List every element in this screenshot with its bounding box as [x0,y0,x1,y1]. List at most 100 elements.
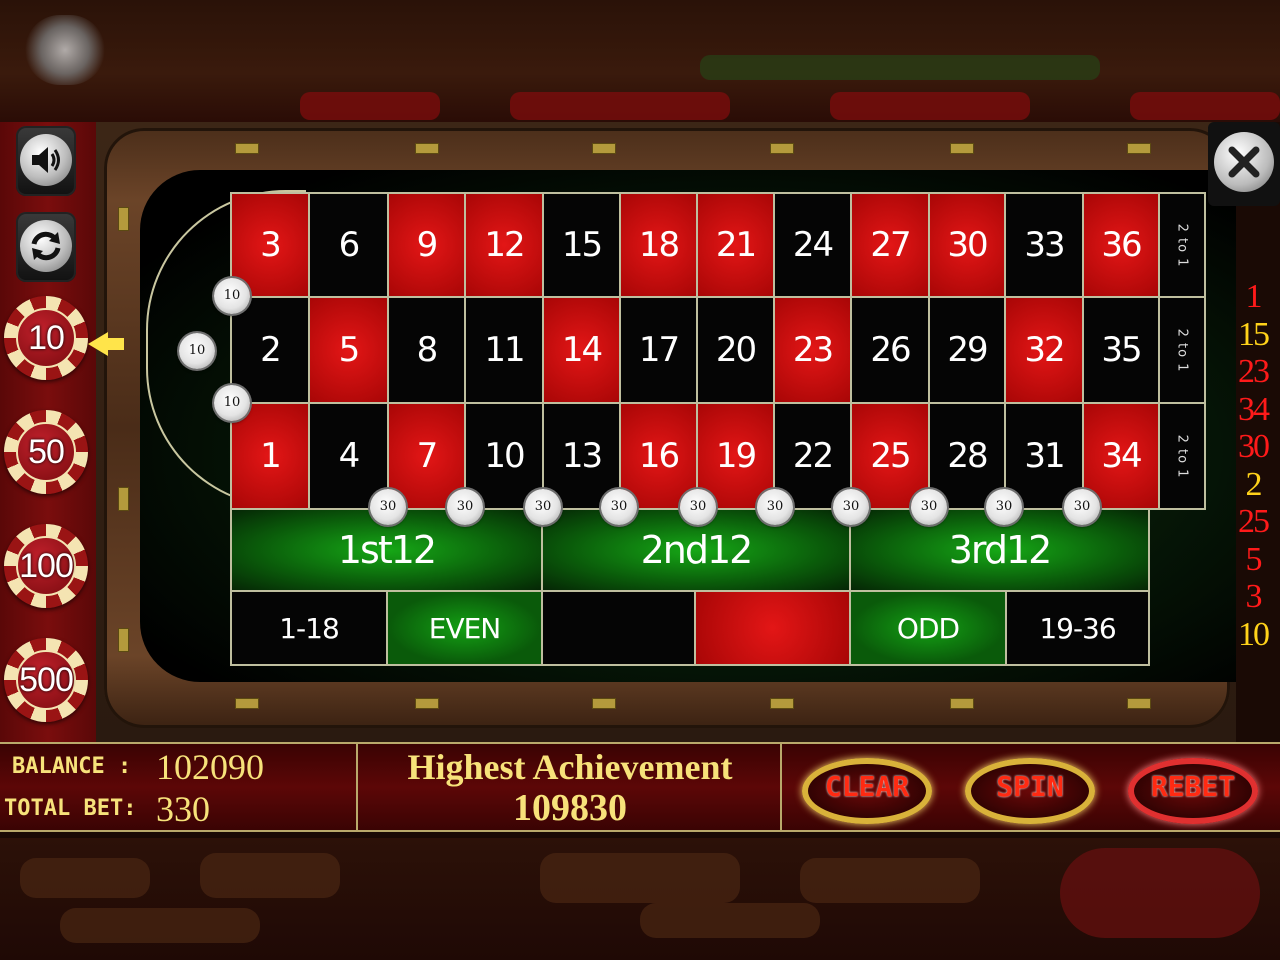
placed-chip: 30 [525,489,561,525]
number-label: 2 [260,330,282,370]
number-label: 13 [561,436,603,476]
red-bet[interactable] [694,590,851,666]
chip-value: 100 [19,547,74,585]
number-label: 4 [338,436,361,476]
close-icon [1228,146,1260,178]
number-cell-30[interactable]: 30 [928,192,1006,298]
chip-500[interactable]: 500 [4,638,88,722]
blurred-shape [20,858,150,898]
rail-marker [118,207,129,231]
blurred-shape [540,853,740,903]
number-label: 5 [338,330,361,370]
balance-value: 102090 [156,747,264,787]
number-cell-9[interactable]: 9 [387,192,466,298]
number-cell-26[interactable]: 26 [850,296,930,404]
number-cell-18[interactable]: 18 [619,192,698,298]
placed-chip: 30 [833,489,869,525]
placed-chip: 30 [986,489,1022,525]
number-cell-5[interactable]: 5 [308,296,389,404]
history-number: 5 [1245,540,1263,578]
black-bet[interactable] [541,590,696,666]
number-cell-21[interactable]: 21 [696,192,775,298]
number-cell-33[interactable]: 33 [1004,192,1084,298]
placed-chip: 30 [911,489,947,525]
rail-marker [592,698,616,709]
number-label: 11 [484,330,525,370]
number-label: 18 [638,225,680,265]
number-label: 32 [1024,330,1065,370]
chip-10[interactable]: 10 [4,296,88,380]
blurred-shape [800,858,980,903]
history-number: 2 [1245,465,1263,503]
rail-marker [1127,143,1151,154]
rail-marker [118,487,129,511]
column-bet-cell[interactable]: 2 to 1 [1158,296,1206,404]
blurred-logo [25,15,105,85]
total-bet-label: TOTAL BET: [4,796,137,821]
placed-chip: 30 [601,489,637,525]
number-label: 17 [638,330,680,370]
number-label: 8 [416,330,439,370]
number-cell-14[interactable]: 14 [542,296,621,404]
even-bet[interactable]: EVEN [386,590,543,666]
number-cell-27[interactable]: 27 [850,192,930,298]
placed-chip: 10 [179,333,215,369]
number-cell-29[interactable]: 29 [928,296,1006,404]
number-cell-32[interactable]: 32 [1004,296,1084,404]
divider [356,744,358,830]
number-cell-6[interactable]: 6 [308,192,389,298]
number-label: 36 [1101,225,1142,265]
blurred-shape [1130,92,1280,120]
chip-50[interactable]: 50 [4,410,88,494]
column-bet-cell[interactable]: 2 to 1 [1158,192,1206,298]
history-number: 30 [1238,428,1270,465]
total-bet-value: 330 [156,789,210,829]
background-bottom [0,838,1280,960]
number-label: 30 [947,225,988,265]
spin-label: SPIN [996,770,1064,803]
spin-button[interactable]: SPIN [955,752,1105,830]
placed-chip: 30 [1064,489,1100,525]
blurred-shape [1060,848,1260,938]
highest-achievement-value: 109830 [513,787,627,829]
placed-chip: 10 [214,278,250,314]
rebet-button[interactable]: REBET [1118,752,1268,830]
high-bet[interactable]: 19-36 [1005,590,1150,666]
number-cell-17[interactable]: 17 [619,296,698,404]
divider [780,744,782,830]
number-cell-36[interactable]: 36 [1082,192,1160,298]
number-cell-35[interactable]: 35 [1082,296,1160,404]
number-cell-24[interactable]: 24 [773,192,852,298]
history-number: 3 [1245,578,1263,615]
number-cell-20[interactable]: 20 [696,296,775,404]
number-label: 31 [1024,436,1065,476]
number-cell-12[interactable]: 12 [464,192,544,298]
clear-button[interactable]: CLEAR [792,752,942,830]
number-label: 15 [561,225,603,265]
low-bet[interactable]: 1-18 [230,590,388,666]
number-cell-8[interactable]: 8 [387,296,466,404]
number-label: 24 [792,225,834,265]
rebet-toggle-button[interactable] [16,212,76,282]
number-cell-15[interactable]: 15 [542,192,621,298]
history-number: 34 [1238,390,1270,428]
close-button[interactable] [1208,122,1280,206]
column-bet-cell[interactable]: 2 to 1 [1158,402,1206,510]
odd-bet[interactable]: ODD [849,590,1007,666]
number-label: 27 [870,225,911,265]
number-label: 22 [792,436,834,476]
speaker-icon [32,147,60,173]
chip-100[interactable]: 100 [4,524,88,608]
number-label: 10 [484,436,525,476]
number-label: 14 [561,330,603,370]
number-cell-1[interactable]: 1 [230,402,310,510]
blurred-shape [300,92,440,120]
rail-marker [770,698,794,709]
number-cell-23[interactable]: 23 [773,296,852,404]
number-label: 23 [792,330,834,370]
number-cell-11[interactable]: 11 [464,296,544,404]
placed-chip: 10 [214,385,250,421]
result-history: 1 15 23 34 30 2 25 5 3 10 [1236,278,1270,653]
rail-marker [1127,698,1151,709]
sound-button[interactable] [16,126,76,196]
